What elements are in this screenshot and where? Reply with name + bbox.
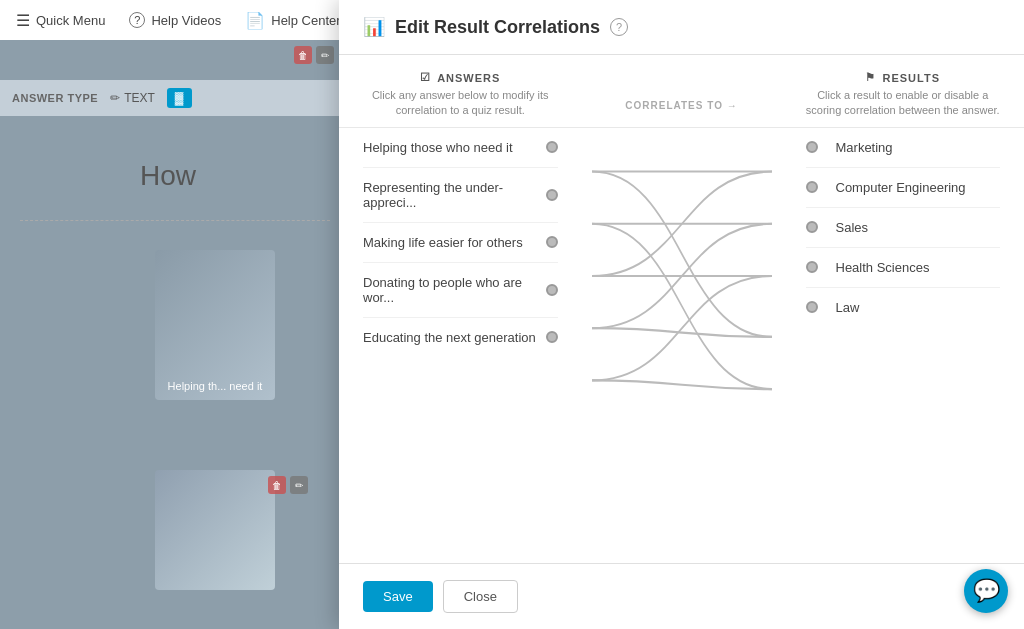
- answer-row-1[interactable]: Helping those who need it: [363, 128, 558, 168]
- modal-help-icon[interactable]: ?: [610, 18, 628, 36]
- close-button[interactable]: Close: [443, 580, 518, 613]
- answer-dot-2: [546, 189, 558, 201]
- result-dot-5: [806, 301, 818, 313]
- result-row-1[interactable]: Marketing: [806, 128, 1001, 168]
- left-panel-background: ANSWER TYPE ✏ TEXT ▓ How Helping th... n…: [0, 40, 340, 629]
- correlations-area: Helping those who need it Representing t…: [339, 128, 1024, 563]
- hamburger-icon: ☰: [16, 11, 30, 30]
- pencil-icon: ✏: [110, 91, 120, 105]
- help-center-button[interactable]: 📄 Help Center: [245, 11, 340, 30]
- chat-button[interactable]: 💬: [964, 569, 1008, 613]
- results-column: Marketing Computer Engineering Sales Hea…: [782, 128, 1025, 563]
- answer-text-1: Helping those who need it: [363, 140, 513, 155]
- result-text-5: Law: [836, 300, 860, 315]
- divider-line: [20, 220, 330, 221]
- answer-dot-1: [546, 141, 558, 153]
- results-flag-icon: ⚑: [865, 71, 876, 84]
- chat-icon: 💬: [973, 578, 1000, 604]
- answers-title: ANSWERS: [437, 72, 500, 84]
- quick-menu-button[interactable]: ☰ Quick Menu: [16, 11, 105, 30]
- result-dot-1: [806, 141, 818, 153]
- modal-body: ☑ ANSWERS Click any answer below to modi…: [339, 55, 1024, 563]
- card-1-icons: 🗑 ✏: [294, 46, 334, 64]
- answer-row-4[interactable]: Donating to people who are wor...: [363, 263, 558, 318]
- quick-menu-label: Quick Menu: [36, 13, 105, 28]
- delete-icon-2[interactable]: 🗑: [268, 476, 286, 494]
- result-row-2[interactable]: Computer Engineering: [806, 168, 1001, 208]
- card-thumbnail-2: [155, 470, 275, 590]
- connections-area: [582, 128, 782, 563]
- answers-column: Helping those who need it Representing t…: [339, 128, 582, 563]
- result-dot-2: [806, 181, 818, 193]
- delete-icon[interactable]: 🗑: [294, 46, 312, 64]
- answers-column-header: ☑ ANSWERS Click any answer below to modi…: [339, 71, 582, 119]
- result-row-4[interactable]: Health Sciences: [806, 248, 1001, 288]
- edit-correlations-modal: 📊 Edit Result Correlations ? ☑ ANSWERS C…: [339, 0, 1024, 629]
- help-videos-button[interactable]: ? Help Videos: [129, 12, 221, 28]
- result-text-3: Sales: [836, 220, 869, 235]
- connections-svg: [582, 128, 782, 563]
- card-2-icons: 🗑 ✏: [268, 476, 308, 494]
- help-videos-label: Help Videos: [151, 13, 221, 28]
- answer-row-3[interactable]: Making life easier for others: [363, 223, 558, 263]
- correlates-to-label: CORRELATES TO →: [625, 84, 737, 111]
- active-type-tab[interactable]: ▓: [167, 88, 192, 108]
- answer-dot-4: [546, 284, 558, 296]
- result-row-3[interactable]: Sales: [806, 208, 1001, 248]
- result-row-5[interactable]: Law: [806, 288, 1001, 327]
- card-text-1: Helping th... need it: [162, 380, 269, 392]
- correlations-icon: 📊: [363, 16, 385, 38]
- columns-header: ☑ ANSWERS Click any answer below to modi…: [339, 55, 1024, 128]
- result-dot-4: [806, 261, 818, 273]
- results-column-header: ⚑ RESULTS Click a result to enable or di…: [782, 71, 1025, 119]
- question-text-preview: How: [140, 160, 196, 192]
- answer-text-5: Educating the next generation: [363, 330, 536, 345]
- answer-text-2: Representing the under-appreci...: [363, 180, 538, 210]
- answer-row-5[interactable]: Educating the next generation: [363, 318, 558, 357]
- modal-header: 📊 Edit Result Correlations ?: [339, 0, 1024, 55]
- modal-title: Edit Result Correlations: [395, 17, 600, 38]
- answer-row-2[interactable]: Representing the under-appreci...: [363, 168, 558, 223]
- help-center-label: Help Center: [271, 13, 340, 28]
- edit-icon-2[interactable]: ✏: [290, 476, 308, 494]
- answer-dot-5: [546, 331, 558, 343]
- results-subtitle: Click a result to enable or disable a sc…: [806, 88, 1001, 119]
- answers-subtitle: Click any answer below to modify its cor…: [363, 88, 558, 119]
- result-text-4: Health Sciences: [836, 260, 930, 275]
- edit-icon[interactable]: ✏: [316, 46, 334, 64]
- answer-type-label: ANSWER TYPE: [12, 92, 98, 104]
- result-text-2: Computer Engineering: [836, 180, 966, 195]
- question-circle-icon: ?: [129, 12, 145, 28]
- modal-footer: Save Close: [339, 563, 1024, 629]
- text-button[interactable]: ✏ TEXT: [110, 91, 155, 105]
- card-thumbnail-1: Helping th... need it: [155, 250, 275, 400]
- answer-text-3: Making life easier for others: [363, 235, 523, 250]
- answer-text-4: Donating to people who are wor...: [363, 275, 538, 305]
- answer-dot-3: [546, 236, 558, 248]
- result-dot-3: [806, 221, 818, 233]
- results-title: RESULTS: [882, 72, 940, 84]
- answers-check-icon: ☑: [420, 71, 431, 84]
- document-icon: 📄: [245, 11, 265, 30]
- answer-type-bar: ANSWER TYPE ✏ TEXT ▓: [0, 80, 340, 116]
- result-text-1: Marketing: [836, 140, 893, 155]
- save-button[interactable]: Save: [363, 581, 433, 612]
